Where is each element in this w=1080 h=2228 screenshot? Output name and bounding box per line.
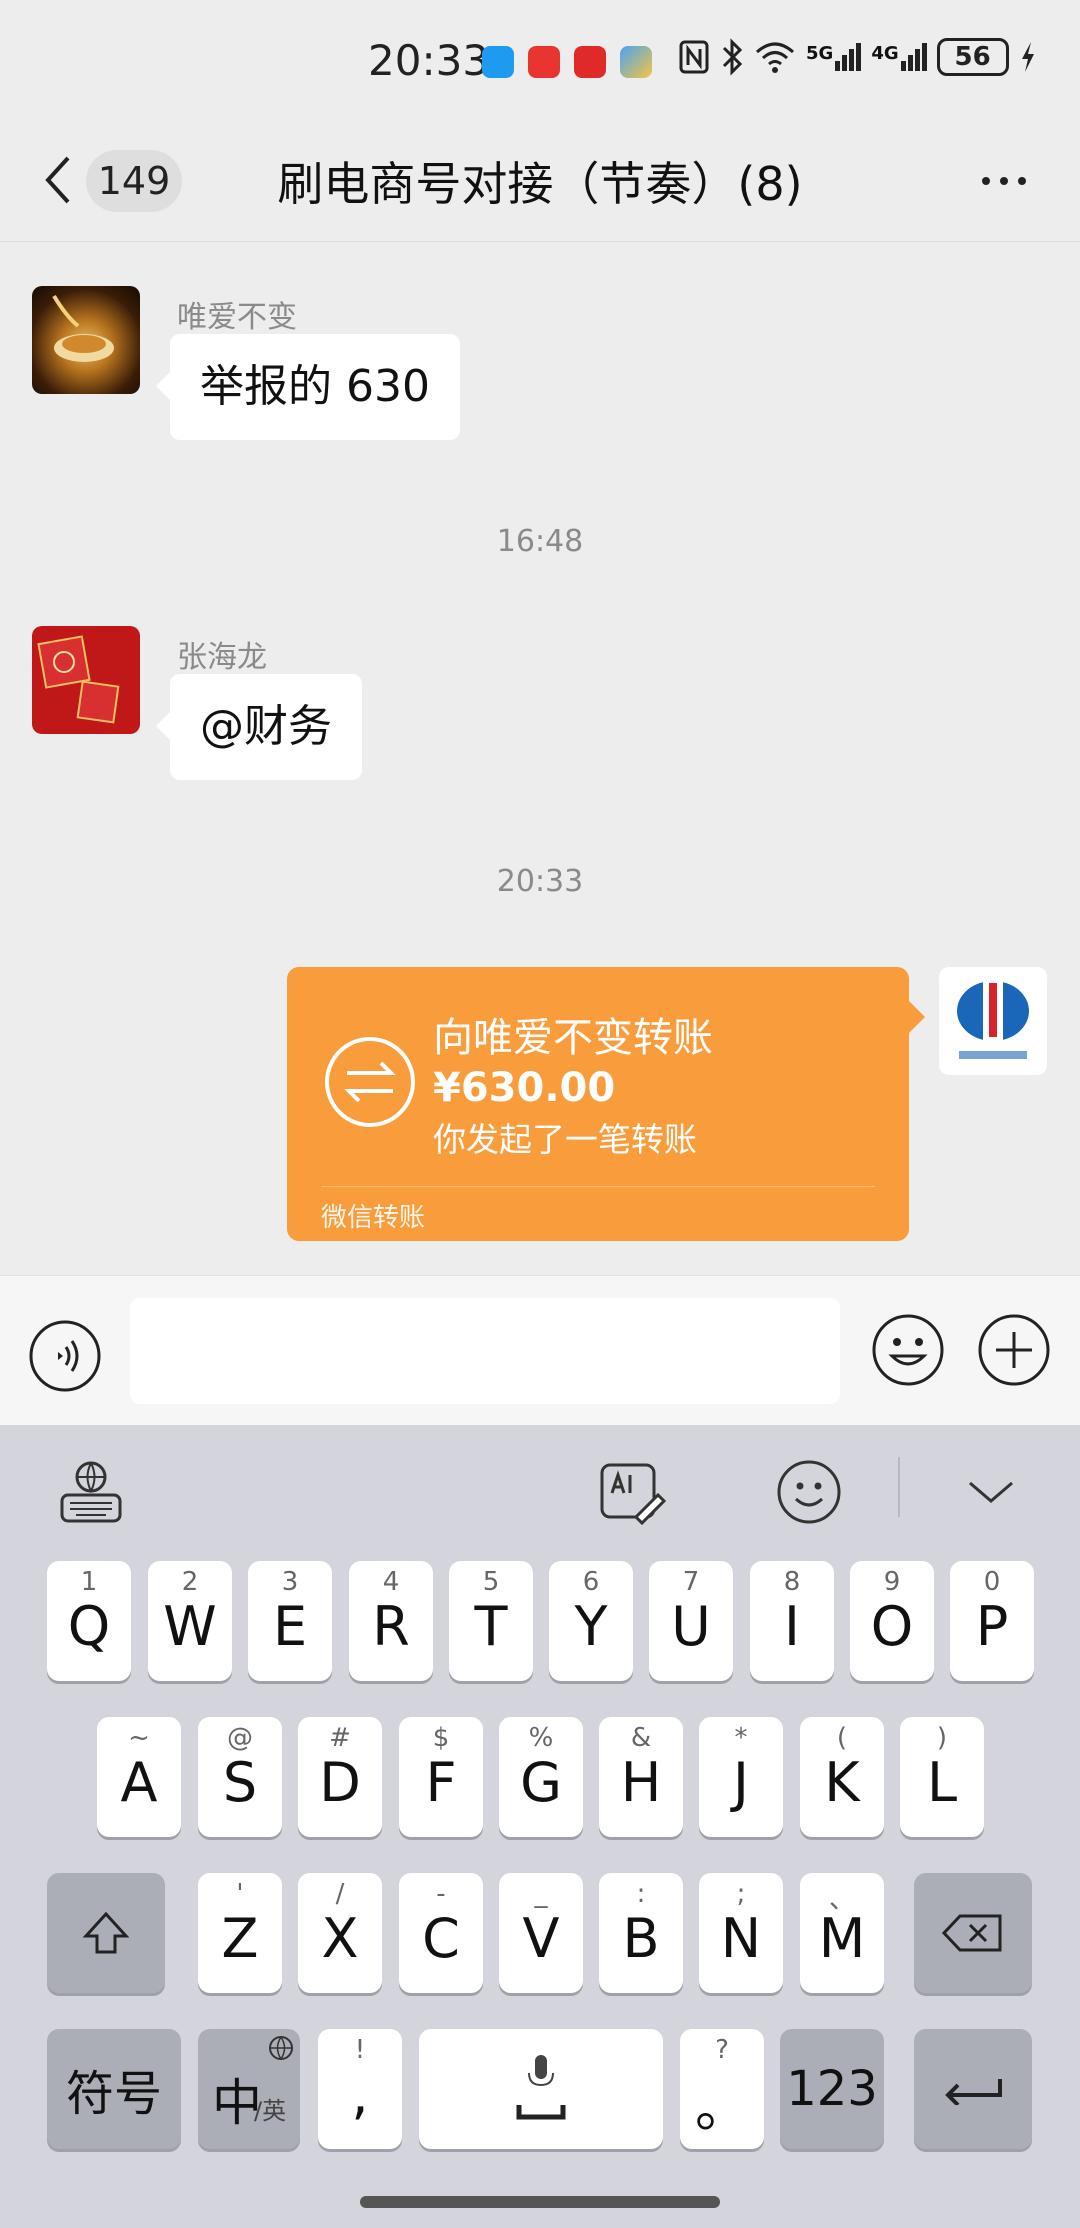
battery-level: 56 <box>936 38 1009 76</box>
voice-input-icon[interactable] <box>28 1319 102 1393</box>
key-i[interactable]: 8I <box>750 1561 834 1681</box>
transfer-icon <box>325 1037 415 1127</box>
transfer-title: 向唯爱不变转账 <box>433 1015 713 1061</box>
key-x[interactable]: / X <box>298 1873 382 1993</box>
notification-icons <box>482 46 652 78</box>
backspace-icon <box>941 1914 1002 1952</box>
key-m[interactable]: 、 M <box>800 1873 884 1993</box>
nfc-icon <box>679 40 709 74</box>
globe-icon <box>269 2036 293 2061</box>
shift-icon <box>82 1911 130 1954</box>
key-w[interactable]: 2W <box>148 1561 232 1681</box>
more-options-icon[interactable] <box>974 156 1034 206</box>
charging-icon <box>1021 42 1034 72</box>
space-key[interactable] <box>419 2029 663 2149</box>
key-n[interactable]: ; N <box>699 1873 783 1993</box>
input-bar <box>0 1275 1080 1425</box>
enter-key[interactable] <box>914 2029 1032 2149</box>
key-o[interactable]: 9O <box>850 1561 934 1681</box>
key-p[interactable]: 0P <box>950 1561 1034 1681</box>
sender-name: 张海龙 <box>177 640 267 675</box>
symbols-key[interactable]: 符号 <box>47 2029 181 2149</box>
unread-count-badge[interactable]: 149 <box>86 150 182 212</box>
key-d[interactable]: # D <box>298 1717 382 1837</box>
period-key[interactable]: ?。 <box>680 2029 764 2149</box>
comma-key[interactable]: !, <box>318 2029 402 2149</box>
hide-keyboard-icon[interactable] <box>956 1457 1026 1527</box>
back-arrow-icon[interactable] <box>40 152 76 208</box>
key-f[interactable]: $ F <box>399 1717 483 1837</box>
key-q[interactable]: 1Q <box>47 1561 131 1681</box>
chat-title: 刷电商号对接（节奏）(8) <box>277 157 803 211</box>
signal-5g: 5G <box>806 43 862 71</box>
key-u[interactable]: 7U <box>649 1561 733 1681</box>
key-a[interactable]: ~ A <box>97 1717 181 1837</box>
messages-icon <box>482 46 514 78</box>
message-bubble[interactable]: 举报的 630 <box>156 334 460 440</box>
key-s[interactable]: @ S <box>198 1717 282 1837</box>
ai-writing-icon[interactable] <box>596 1457 666 1527</box>
enter-icon <box>945 2079 1002 2105</box>
transfer-amount: ¥630.00 <box>433 1065 616 1111</box>
time-divider: 20:33 <box>496 864 584 899</box>
shift-key[interactable] <box>47 1873 165 1993</box>
language-switch-key[interactable]: 中 /英 <box>198 2029 300 2149</box>
sender-name: 唯爱不变 <box>177 300 297 335</box>
app-icon <box>574 46 606 78</box>
key-e[interactable]: 3E <box>248 1561 332 1681</box>
keyboard: 1Q 2W 3E 4R 5T 6Y 7U 8I 9O 0P ~ A @ S # D $… <box>0 1425 1080 2228</box>
message-input[interactable] <box>130 1298 840 1404</box>
key-c[interactable]: -C <box>399 1873 483 1993</box>
avatar[interactable] <box>32 286 140 394</box>
key-g[interactable]: % G <box>499 1717 583 1837</box>
wifi-icon <box>756 42 794 73</box>
status-bar: 20:33 5G 4G 56 <box>0 0 1080 120</box>
key-r[interactable]: 4R <box>349 1561 433 1681</box>
status-time: 20:33 <box>368 36 490 85</box>
key-h[interactable]: & H <box>599 1717 683 1837</box>
time-divider: 16:48 <box>496 524 584 559</box>
chat-header: 149 刷电商号对接（节奏）(8) <box>0 120 1080 242</box>
key-j[interactable]: * J <box>699 1717 783 1837</box>
key-b[interactable]: :B <box>599 1873 683 1993</box>
key-l[interactable]: ) L <box>900 1717 984 1837</box>
signal-4g: 4G <box>871 43 927 71</box>
transfer-card[interactable]: 向唯爱不变转账 ¥630.00 你发起了一笔转账 微信转账 <box>287 967 925 1241</box>
divider <box>321 1186 875 1187</box>
key-k[interactable]: (K <box>800 1717 884 1837</box>
emoji-icon[interactable] <box>870 1312 946 1388</box>
plus-icon[interactable] <box>976 1312 1052 1388</box>
emoji-keyboard-icon[interactable] <box>774 1457 844 1527</box>
toolbar-separator <box>898 1457 900 1517</box>
huawei-store-icon <box>528 46 560 78</box>
my-avatar[interactable] <box>939 967 1047 1075</box>
transfer-note: 你发起了一笔转账 <box>433 1120 697 1159</box>
status-indicators: 5G 4G 56 <box>678 38 1037 76</box>
backspace-key[interactable] <box>914 1873 1032 1993</box>
message-bubble[interactable]: @财务 <box>156 674 362 780</box>
app-icon <box>620 46 652 78</box>
numbers-key[interactable]: 123 <box>780 2029 884 2149</box>
avatar[interactable] <box>32 626 140 734</box>
keyboard-language-icon[interactable] <box>56 1457 126 1527</box>
key-v[interactable]: _ V <box>499 1873 583 1993</box>
home-indicator[interactable] <box>360 2196 720 2208</box>
microphone-icon <box>516 2055 566 2120</box>
key-y[interactable]: 6Y <box>549 1561 633 1681</box>
bluetooth-icon <box>722 38 743 76</box>
transfer-footer: 微信转账 <box>321 1203 426 1233</box>
key-t[interactable]: 5T <box>449 1561 533 1681</box>
key-z[interactable]: ' Z <box>198 1873 282 1993</box>
